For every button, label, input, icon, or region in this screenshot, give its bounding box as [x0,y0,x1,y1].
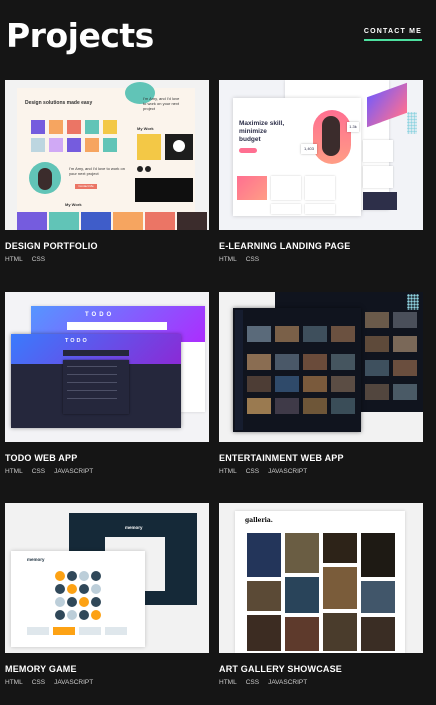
project-tags: HTML CSS JAVASCRIPT [5,679,102,686]
project-title[interactable]: ART GALLERY SHOWCASE [219,664,342,674]
tag: HTML [5,256,23,263]
project-tags: HTML CSS JAVASCRIPT [5,468,102,475]
tag: CSS [31,679,46,686]
page-title: Projects [6,16,154,55]
tag: CSS [245,679,260,686]
project-tags: HTML CSS JAVASCRIPT [219,679,316,686]
project-thumbnail[interactable] [219,292,423,442]
project-title[interactable]: TODO WEB APP [5,453,77,463]
project-title[interactable]: ENTERTAINMENT WEB APP [219,453,344,463]
project-thumbnail[interactable]: Design solutions made easy I'm Amy, and … [5,80,209,230]
contact-me-link[interactable]: CONTACT ME [363,28,422,41]
project-thumbnail[interactable]: memory memory [5,503,209,653]
project-tags: HTML CSS [5,256,54,263]
project-thumbnail[interactable]: galleria. [219,503,423,653]
tag: HTML [5,679,23,686]
project-thumbnail[interactable]: TODO TODO [5,292,209,442]
tag: HTML [5,468,23,475]
tag: HTML [219,468,237,475]
tag: CSS [245,468,260,475]
project-tags: HTML CSS JAVASCRIPT [219,468,316,475]
page-header: Projects CONTACT ME [6,16,422,56]
project-title[interactable]: E-LEARNING LANDING PAGE [219,241,350,251]
tag: JAVASCRIPT [268,468,308,475]
tag: CSS [245,256,260,263]
tag: CSS [31,256,46,263]
project-title[interactable]: DESIGN PORTFOLIO [5,241,98,251]
tag: JAVASCRIPT [268,679,308,686]
tag: HTML [219,256,237,263]
project-thumbnail[interactable]: Maximize skill, minimize budget 1,403 1.… [219,80,423,230]
tag: CSS [31,468,46,475]
tag: JAVASCRIPT [54,679,94,686]
project-tags: HTML CSS [219,256,268,263]
tag: HTML [219,679,237,686]
project-title[interactable]: MEMORY GAME [5,664,77,674]
tag: JAVASCRIPT [54,468,94,475]
